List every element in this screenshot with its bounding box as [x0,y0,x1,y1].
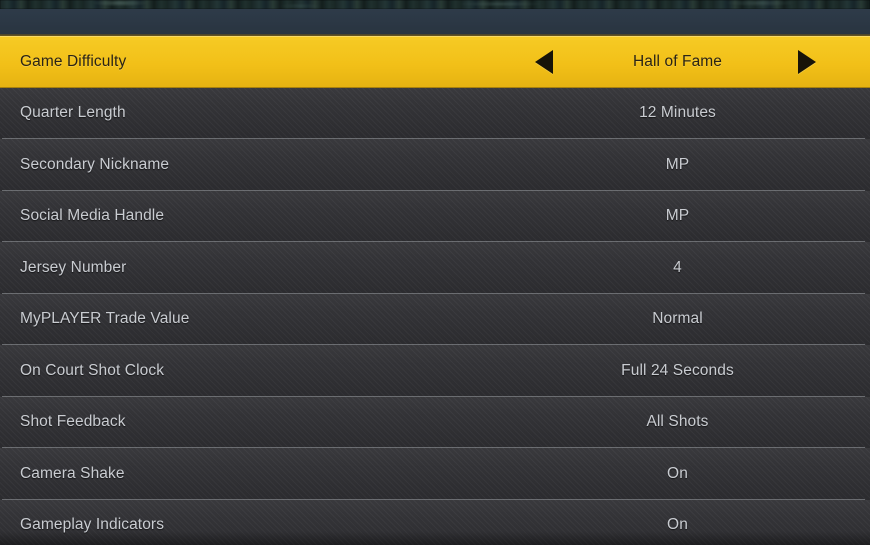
settings-row-value: MP [665,155,690,173]
settings-screen: Game Difficulty Hall of Fame Quarter Lengt… [0,0,870,545]
settings-row[interactable]: Gameplay Indicators On [0,499,870,545]
settings-row-value: 4 [673,258,682,276]
settings-row[interactable]: Shot Feedback All Shots [0,396,870,448]
settings-row[interactable]: Jersey Number 4 [0,242,870,294]
settings-row[interactable]: Quarter Length 12 Minutes [0,87,870,139]
header-band [0,9,870,36]
settings-row-value: All Shots [646,413,709,431]
settings-row-value: On [667,464,688,482]
settings-row[interactable]: Secondary Nickname MP [0,139,870,191]
settings-row-value: Full 24 Seconds [621,361,734,379]
triangle-right-icon[interactable] [798,49,816,74]
settings-option-list[interactable]: Game Difficulty Hall of Fame Quarter Lengt… [0,36,870,545]
triangle-left-icon[interactable] [535,49,553,74]
settings-row-value: On [667,516,688,534]
settings-row-value: Normal [652,310,703,328]
settings-row[interactable]: Camera Shake On [0,448,870,500]
settings-row-value: Hall of Fame [632,52,723,70]
settings-row-value: 12 Minutes [639,104,716,122]
settings-row[interactable]: Game Difficulty Hall of Fame [0,36,870,88]
settings-row[interactable]: Social Media Handle MP [0,190,870,242]
settings-row[interactable]: MyPLAYER Trade Value Normal [0,293,870,345]
settings-row-value: MP [665,207,690,225]
background-photo-strip [0,0,870,9]
settings-row[interactable]: On Court Shot Clock Full 24 Seconds [0,345,870,397]
